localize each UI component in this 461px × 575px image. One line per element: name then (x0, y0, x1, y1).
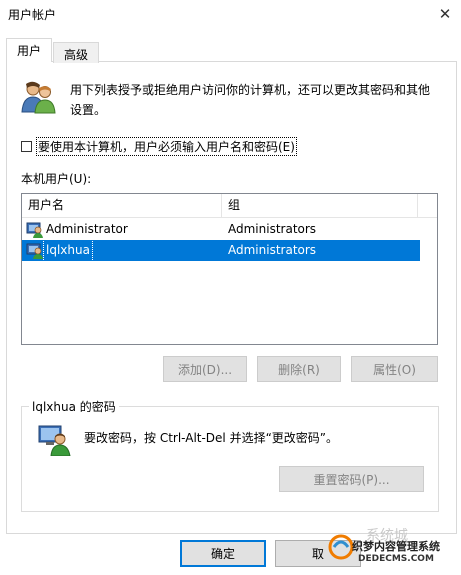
tab-users[interactable]: 用户 (6, 38, 53, 62)
user-row-icon (26, 222, 43, 238)
watermark-text: 织梦内容管理系统 (352, 540, 440, 553)
user-password-icon (38, 425, 71, 456)
user-row-icon (26, 243, 43, 259)
user-list[interactable]: 用户名 组 Administrator Administrators lqlxh… (21, 193, 438, 345)
column-header-group[interactable]: 组 (222, 194, 418, 217)
table-row[interactable]: Administrator Administrators (22, 219, 420, 240)
list-header: 用户名 组 (22, 194, 437, 218)
window-title: 用户帐户 (8, 8, 57, 22)
row-group: Administrators (228, 243, 317, 257)
watermark-logo-icon (328, 534, 354, 560)
delete-user-button[interactable]: 删除(R) (257, 356, 341, 382)
tab-strip: 用户 高级 (0, 38, 461, 63)
password-instructions: 要改密码，按 Ctrl-Alt-Del 并选择“更改密码”。 (84, 431, 339, 445)
password-group (21, 406, 439, 512)
watermark: 系统城 织梦内容管理系统 DEDECMS.COM (326, 524, 461, 575)
close-button[interactable]: ✕ (432, 2, 458, 26)
add-user-button[interactable]: 添加(D)... (163, 356, 247, 382)
watermark-text: DEDECMS.COM (358, 554, 434, 564)
reset-password-button[interactable]: 重置密码(P)... (279, 466, 424, 492)
ok-button[interactable]: 确定 (180, 540, 266, 567)
users-icon (21, 81, 56, 114)
table-row-selected[interactable]: lqlxhua Administrators (22, 239, 420, 262)
require-password-checkbox[interactable] (21, 140, 32, 152)
title-bar: 用户帐户 ✕ (0, 0, 461, 30)
intro-text: 用下列表授予或拒绝用户访问你的计算机，还可以更改其密码和其他设置。 (70, 83, 431, 117)
require-password-row[interactable]: 要使用本计算机，用户必须输入用户名和密码(E) (21, 136, 297, 156)
row-username: Administrator (46, 222, 128, 236)
require-password-label[interactable]: 要使用本计算机，用户必须输入用户名和密码(E) (36, 136, 297, 156)
row-username: lqlxhua (43, 239, 93, 262)
properties-button[interactable]: 属性(O) (351, 356, 438, 382)
close-icon: ✕ (438, 5, 452, 23)
tab-advanced[interactable]: 高级 (53, 42, 100, 63)
local-users-label: 本机用户(U): (21, 172, 92, 186)
column-header-username[interactable]: 用户名 (22, 194, 222, 217)
password-group-legend: lqlxhua 的密码 (29, 398, 119, 415)
row-group: Administrators (228, 222, 317, 236)
